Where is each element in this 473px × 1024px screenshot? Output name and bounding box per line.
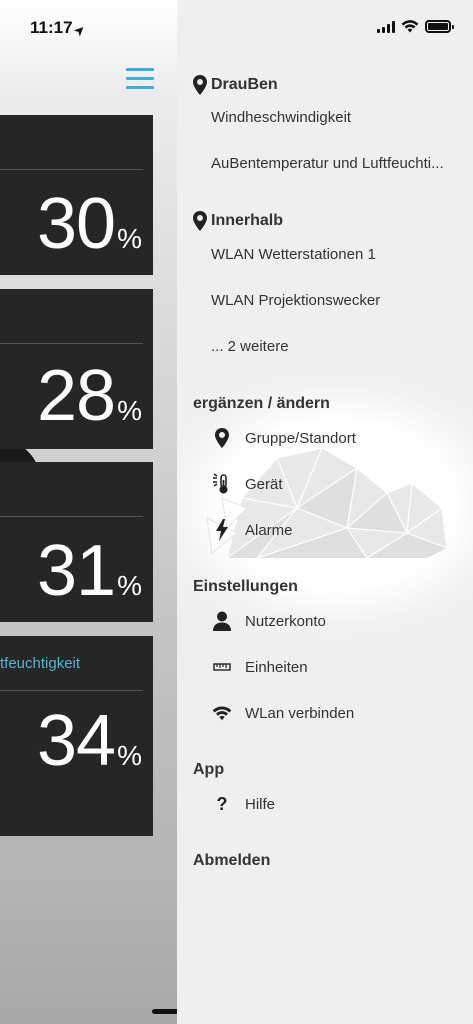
humidity-card[interactable]: 31% (0, 462, 153, 622)
outside-item-wind[interactable]: Windheschwindigkeit (211, 109, 469, 126)
logout-button[interactable]: Abmelden (193, 852, 270, 870)
section-outside: DrauBen (193, 75, 278, 95)
menu-item-help[interactable]: ? Hilfe (211, 793, 276, 815)
side-drawer: DrauBen Windheschwindigkeit AuBentempera… (177, 0, 473, 1024)
card-label: tfeuchtigkeit (0, 655, 81, 672)
location-pin-icon (193, 211, 207, 231)
menu-item-alarms[interactable]: Alarme (211, 519, 293, 541)
outside-item-temp[interactable]: AuBentemperatur und Luftfeuchti... (211, 155, 469, 172)
humidity-value: 34% (37, 701, 142, 781)
inside-item-more[interactable]: ... 2 weitere (211, 338, 469, 355)
humidity-card[interactable]: tfeuchtigkeit 34% (0, 636, 153, 836)
section-app-title: App (193, 761, 225, 778)
user-icon (213, 611, 231, 631)
menu-item-device[interactable]: Gerät (211, 473, 283, 495)
thermometer-icon (213, 473, 228, 494)
inside-item-station[interactable]: WLAN Wetterstationen 1 (211, 246, 469, 263)
humidity-card[interactable]: 28% (0, 289, 153, 449)
cloud-logo-icon (206, 447, 448, 560)
humidity-value: 28% (37, 356, 142, 436)
main-screen: 11:17➤ 30% 28% 31% tfeuchtigkeit 34% (0, 0, 177, 1024)
menu-item-account[interactable]: Nutzerkonto (211, 610, 326, 632)
inside-item-clock[interactable]: WLAN Projektionswecker (211, 292, 469, 309)
home-indicator (152, 1009, 177, 1014)
wifi-status-icon (401, 20, 419, 33)
location-pin-icon (193, 75, 207, 95)
humidity-value: 30% (37, 184, 142, 264)
humidity-card[interactable]: 30% (0, 115, 153, 275)
section-inside: Innerhalb (193, 211, 283, 231)
ruler-icon (213, 663, 231, 671)
location-pin-icon (215, 428, 229, 448)
menu-item-units[interactable]: Einheiten (211, 656, 308, 678)
wifi-icon (212, 705, 232, 720)
menu-button[interactable] (126, 68, 154, 90)
section-settings-title: Einstellungen (193, 578, 298, 595)
section-edit-title: ergänzen / ändern (193, 395, 330, 412)
battery-icon (425, 20, 454, 33)
question-icon: ? (216, 793, 228, 814)
status-icons (377, 20, 454, 33)
cellular-signal-icon (377, 20, 395, 33)
menu-item-group[interactable]: Gruppe/Standort (211, 427, 356, 449)
lightning-icon (216, 519, 228, 541)
menu-item-wifi[interactable]: WLan verbinden (211, 702, 354, 724)
humidity-value: 31% (37, 531, 142, 611)
location-arrow-icon: ➤ (70, 21, 88, 39)
status-time: 11:17➤ (30, 18, 88, 39)
